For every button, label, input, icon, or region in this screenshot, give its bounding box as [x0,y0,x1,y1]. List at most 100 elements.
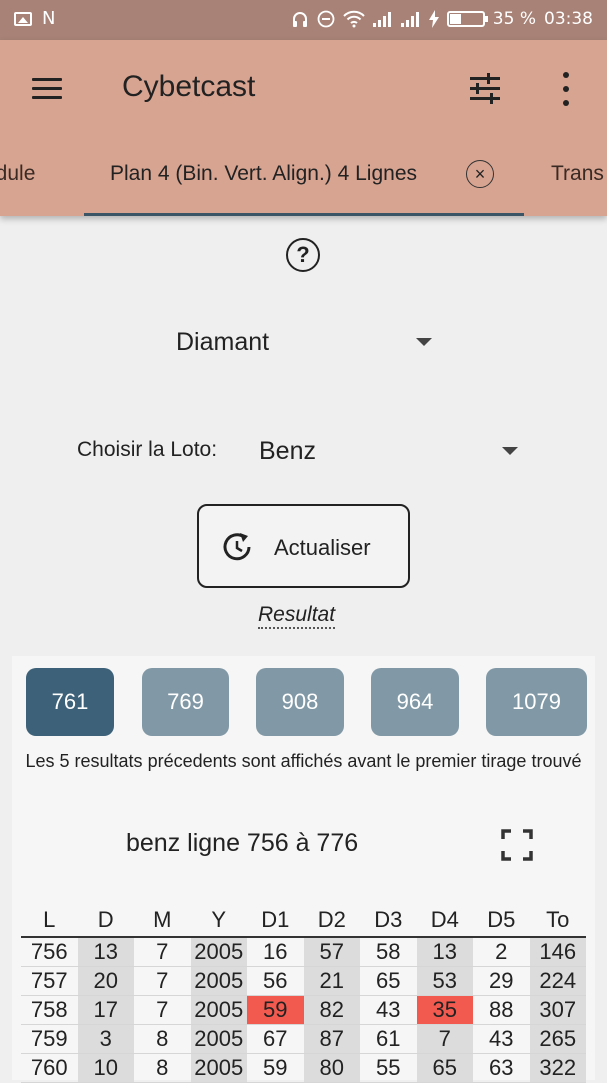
table-row: 758 17 7 2005 59 82 43 35 88 307 [21,995,586,1025]
table-cell: 7 [134,937,191,967]
table-cell: 7 [416,1024,473,1054]
table-cell: 56 [247,966,304,996]
result-chip[interactable]: 1079 [486,668,587,736]
table-cell: 10 [77,1053,134,1083]
result-link[interactable]: Resultat [258,603,336,629]
app-title: Cybetcast [122,70,256,103]
table-row: 756 13 7 2005 16 57 58 13 2 146 [21,937,586,967]
table-cell: 760 [21,1053,78,1083]
results-table: L D M Y D1 D2 D3 D4 D5 To 756 13 7 2005 16 57 58 13 2 146 7… [21,904,586,1083]
table-cell: 8 [134,1024,191,1054]
table-cell: 2005 [190,966,247,996]
table-cell: 61 [360,1024,417,1054]
table-cell: 88 [473,995,530,1025]
table-cell: 757 [21,966,78,996]
refresh-button-label: Actualiser [274,535,371,560]
result-chip[interactable]: 908 [256,668,344,736]
table-cell: 2 [473,937,530,967]
table-cell: 307 [529,995,586,1025]
table-cell: 82 [303,995,360,1025]
table-cell: 3 [77,1024,134,1054]
table-cell: 55 [360,1053,417,1083]
table-cell: 758 [21,995,78,1025]
column-header: D5 [473,904,530,938]
tab-active[interactable]: Plan 4 (Bin. Vert. Align.) 4 Lignes × [84,158,524,216]
tab-active-indicator [84,213,524,216]
table-cell: 58 [360,937,417,967]
gallery-notification-icon [14,11,32,26]
dropdown-arrow-icon [502,447,518,455]
table-cell: 17 [77,995,134,1025]
column-header: D3 [360,904,417,938]
table-cell: 20 [77,966,134,996]
battery-percent: 35 % [492,9,536,29]
table-cell: 8 [134,1053,191,1083]
table-cell: 80 [303,1053,360,1083]
table-cell: 67 [247,1024,304,1054]
type-select[interactable]: Diamant [160,318,450,366]
refresh-button[interactable]: Actualiser [197,504,410,588]
table-cell: 265 [529,1024,586,1054]
table-cell: 59 [247,995,304,1025]
menu-icon[interactable] [32,78,62,100]
result-chip[interactable]: 761 [26,668,114,736]
column-header: D4 [416,904,473,938]
table-cell: 43 [473,1024,530,1054]
table-cell: 13 [77,937,134,967]
table-cell: 146 [529,937,586,967]
table-cell: 2005 [190,1053,247,1083]
charging-icon [428,10,439,28]
column-header: To [529,904,586,938]
table-cell: 65 [416,1053,473,1083]
table-cell: 21 [303,966,360,996]
signal-1-icon [372,12,391,27]
table-cell: 87 [303,1024,360,1054]
table-row: 759 3 8 2005 67 87 61 7 43 265 [21,1024,586,1054]
table-cell: 13 [416,937,473,967]
table-row: 760 10 8 2005 59 80 55 65 63 322 [21,1053,586,1083]
column-header: Y [190,904,247,938]
table-row: 757 20 7 2005 56 21 65 53 29 224 [21,966,586,996]
table-cell: 53 [416,966,473,996]
loto-select-value: Benz [259,437,316,465]
table-cell: 59 [247,1053,304,1083]
tune-icon[interactable] [468,73,502,105]
column-header: D2 [303,904,360,938]
result-chip[interactable]: 769 [142,668,229,736]
table-cell: 2005 [190,937,247,967]
table-cell: 2005 [190,995,247,1025]
table-cell: 65 [360,966,417,996]
tab-previous[interactable]: odule [0,158,35,216]
type-select-value: Diamant [176,328,270,356]
status-bar: N 35 % 03:38 [0,0,607,40]
tab-next[interactable]: Trans [551,158,604,216]
headset-icon [292,12,307,27]
help-icon[interactable]: ? [286,238,320,272]
do-not-disturb-icon [317,10,335,28]
clock: 03:38 [544,9,593,29]
results-note: Les 5 resultats précedents sont affichés… [25,751,582,771]
table-cell: 7 [134,966,191,996]
result-chip[interactable]: 964 [371,668,459,736]
n-notification-icon: N [42,8,56,29]
column-header: L [21,904,78,938]
more-vert-icon[interactable] [556,72,576,106]
tab-bar: odule Plan 4 (Bin. Vert. Align.) 4 Ligne… [0,158,607,216]
status-bar-right: 35 % 03:38 [291,9,593,29]
dropdown-arrow-icon [416,338,432,346]
table-cell: 322 [529,1053,586,1083]
column-header: M [134,904,191,938]
column-header: D1 [247,904,304,938]
table-cell: 7 [134,995,191,1025]
table-cell: 756 [21,937,78,967]
close-tab-icon[interactable]: × [466,160,494,188]
table-cell: 43 [360,995,417,1025]
status-bar-left: N [14,8,55,29]
table-header-row: L D M Y D1 D2 D3 D4 D5 To [21,904,586,938]
loto-label: Choisir la Loto: [77,438,218,461]
table-cell: 57 [303,937,360,967]
fullscreen-icon[interactable] [500,828,534,862]
column-header: D [77,904,134,938]
loto-select[interactable]: Benz [246,426,536,474]
table-cell: 29 [473,966,530,996]
